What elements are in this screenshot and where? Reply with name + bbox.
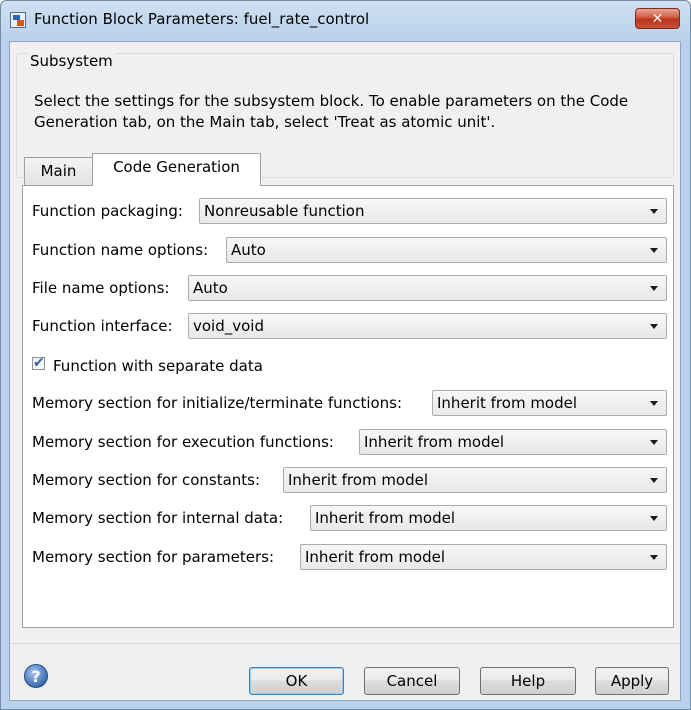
separate-data-row[interactable]: ✔ Function with separate data	[32, 353, 432, 381]
simulink-block-icon	[10, 12, 26, 28]
function-packaging-select[interactable]: Nonreusable function	[199, 198, 667, 224]
chevron-down-icon	[650, 286, 658, 291]
chevron-down-icon	[650, 209, 658, 214]
mem-internal-value: Inherit from model	[315, 509, 456, 527]
function-interface-select[interactable]: void_void	[188, 313, 667, 339]
chevron-down-icon	[650, 516, 658, 521]
mem-internal-select[interactable]: Inherit from model	[310, 505, 667, 531]
cancel-button[interactable]: Cancel	[364, 667, 460, 695]
group-description: Select the settings for the subsystem bl…	[34, 92, 629, 131]
dialog-window: Function Block Parameters: fuel_rate_con…	[0, 0, 691, 710]
file-name-options-label: File name options:	[32, 279, 170, 297]
chevron-down-icon	[650, 248, 658, 253]
footer-divider	[10, 643, 680, 644]
function-packaging-value: Nonreusable function	[204, 202, 365, 220]
chevron-down-icon	[650, 324, 658, 329]
mem-init-term-label: Memory section for initialize/terminate …	[32, 394, 403, 412]
ok-button[interactable]: OK	[249, 667, 344, 695]
dialog-body: Subsystem Select the settings for the su…	[9, 41, 681, 701]
mem-execution-label: Memory section for execution functions:	[32, 433, 334, 451]
tab-main[interactable]: Main	[24, 157, 93, 185]
code-generation-panel: Function packaging: Nonreusable function…	[22, 185, 674, 628]
mem-constants-label: Memory section for constants:	[32, 471, 261, 489]
file-name-options-value: Auto	[193, 279, 228, 297]
function-interface-value: void_void	[193, 317, 264, 335]
mem-execution-select[interactable]: Inherit from model	[359, 429, 667, 455]
mem-parameters-value: Inherit from model	[305, 548, 446, 566]
help-icon[interactable]: ?	[24, 664, 48, 688]
function-packaging-label: Function packaging:	[32, 202, 183, 220]
function-name-options-value: Auto	[231, 241, 266, 259]
mem-parameters-select[interactable]: Inherit from model	[300, 544, 667, 570]
tab-code-generation-label: Code Generation	[113, 158, 240, 176]
tab-code-generation[interactable]: Code Generation	[92, 153, 261, 186]
group-title: Subsystem	[28, 52, 115, 70]
function-name-options-label: Function name options:	[32, 241, 209, 259]
mem-execution-value: Inherit from model	[364, 433, 505, 451]
mem-constants-value: Inherit from model	[288, 471, 429, 489]
mem-internal-label: Memory section for internal data:	[32, 509, 284, 527]
help-button[interactable]: Help	[480, 667, 576, 695]
mem-parameters-label: Memory section for parameters:	[32, 548, 275, 566]
title-bar[interactable]: Function Block Parameters: fuel_rate_con…	[1, 1, 690, 39]
window-title: Function Block Parameters: fuel_rate_con…	[34, 10, 370, 28]
tab-main-label: Main	[40, 162, 77, 180]
close-icon: ✕	[651, 11, 664, 27]
chevron-down-icon	[650, 440, 658, 445]
mem-constants-select[interactable]: Inherit from model	[283, 467, 667, 493]
apply-button[interactable]: Apply	[595, 667, 669, 695]
chevron-down-icon	[650, 478, 658, 483]
chevron-down-icon	[650, 401, 658, 406]
file-name-options-select[interactable]: Auto	[188, 275, 667, 301]
checkmark-icon: ✔	[33, 355, 45, 371]
mem-init-term-select[interactable]: Inherit from model	[432, 390, 667, 416]
mem-init-term-value: Inherit from model	[437, 394, 578, 412]
function-interface-label: Function interface:	[32, 317, 173, 335]
separate-data-label: Function with separate data	[53, 357, 263, 375]
function-name-options-select[interactable]: Auto	[226, 237, 667, 263]
separate-data-checkbox[interactable]: ✔	[32, 355, 45, 371]
close-button[interactable]: ✕	[635, 8, 680, 29]
chevron-down-icon	[650, 555, 658, 560]
